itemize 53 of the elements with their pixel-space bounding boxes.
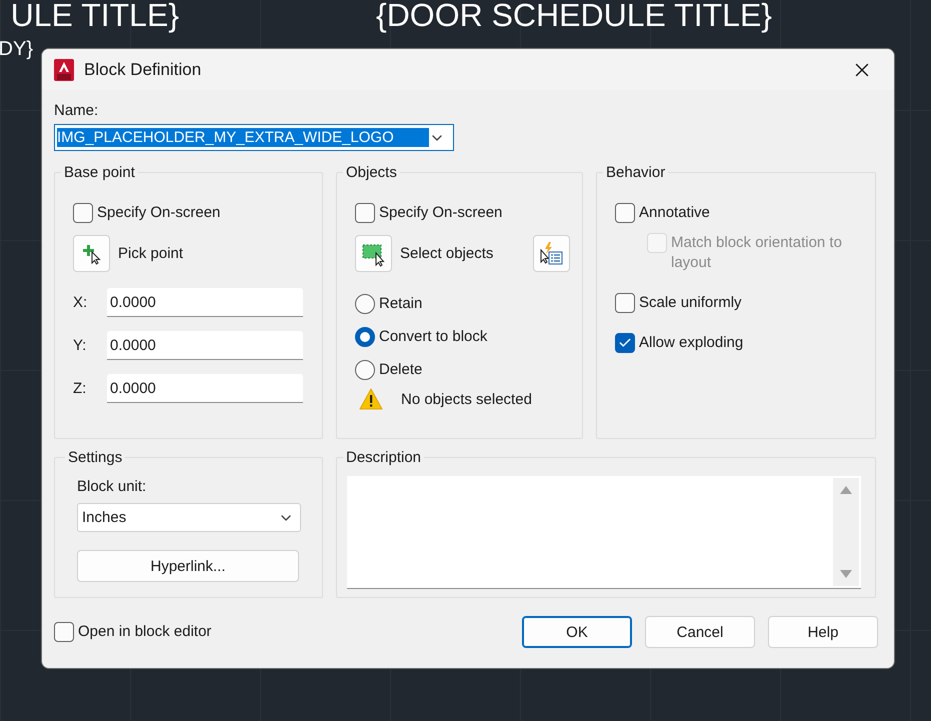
unit-dropdown[interactable]: Inches — [77, 503, 301, 532]
coordinate-field[interactable]: 0.0000 — [107, 374, 303, 403]
radio-label: Convert to block — [379, 327, 488, 347]
field-label: Name: — [54, 102, 100, 119]
button-label: Select objects — [400, 245, 494, 262]
name-combo-box[interactable]: IMG_PLACEHOLDER_MY_EXTRA_WIDE_LOGO — [54, 124, 454, 151]
checkbox-label: Specify On-screen — [97, 203, 220, 223]
radio-button[interactable] — [355, 360, 375, 380]
coordinate-field[interactable]: 0.0000 — [107, 331, 303, 360]
checkbox-label: Annotative — [639, 203, 710, 223]
button-label: Pick point — [118, 245, 184, 262]
dialog-button[interactable]: Help — [768, 616, 878, 648]
drawing-text: {DOOR SCHEDULE TITLE} — [376, 0, 772, 34]
hyperlink-button[interactable]: Hyperlink... — [77, 550, 299, 582]
radio-button[interactable] — [355, 294, 375, 314]
checkbox[interactable] — [615, 333, 635, 353]
checkbox[interactable] — [355, 203, 375, 223]
group-title: Base point — [63, 164, 136, 181]
checkbox-label: Scale uniformly — [639, 293, 742, 313]
group-title: Description — [345, 449, 422, 466]
checkbox-label: Specify On-screen — [379, 203, 502, 223]
warning-message: No objects selected — [401, 390, 532, 408]
coordinate-label: X: — [73, 294, 88, 311]
checkbox-label: Open in block editor — [78, 622, 212, 642]
checkbox-label: Allow exploding — [639, 333, 744, 353]
description-field[interactable] — [347, 476, 861, 589]
group-title: Objects — [345, 164, 398, 181]
quick-select-button[interactable] — [533, 235, 570, 272]
checkbox[interactable] — [615, 293, 635, 313]
dialog-button[interactable]: OK — [522, 616, 632, 648]
select-objects-button[interactable] — [355, 235, 392, 272]
radio-label: Delete — [379, 360, 422, 380]
coordinate-field[interactable]: 0.0000 — [107, 288, 303, 317]
checkbox[interactable] — [615, 203, 635, 223]
warning-icon — [359, 388, 383, 410]
checkbox-label: Match block orientation to layout — [671, 233, 843, 273]
window-title: Block Definition — [84, 60, 202, 80]
checkbox[interactable] — [54, 622, 74, 642]
radio-label: Retain — [379, 294, 422, 314]
coordinate-label: Y: — [73, 337, 88, 354]
drawing-text: DY} — [0, 38, 33, 61]
pick-point-button[interactable] — [73, 235, 110, 272]
group-title: Settings — [67, 449, 124, 466]
radio-button[interactable] — [355, 327, 375, 347]
pick-point-icon — [82, 242, 102, 264]
app-icon — [54, 58, 74, 80]
drawing-text: ULE TITLE} — [10, 0, 179, 34]
quick-select-icon — [538, 240, 564, 266]
checkbox[interactable] — [73, 203, 93, 223]
group-title: Behavior — [605, 164, 666, 181]
field-label: Block unit: — [77, 478, 148, 495]
dialog-button[interactable]: Cancel — [645, 616, 755, 648]
coordinate-label: Z: — [73, 380, 88, 397]
